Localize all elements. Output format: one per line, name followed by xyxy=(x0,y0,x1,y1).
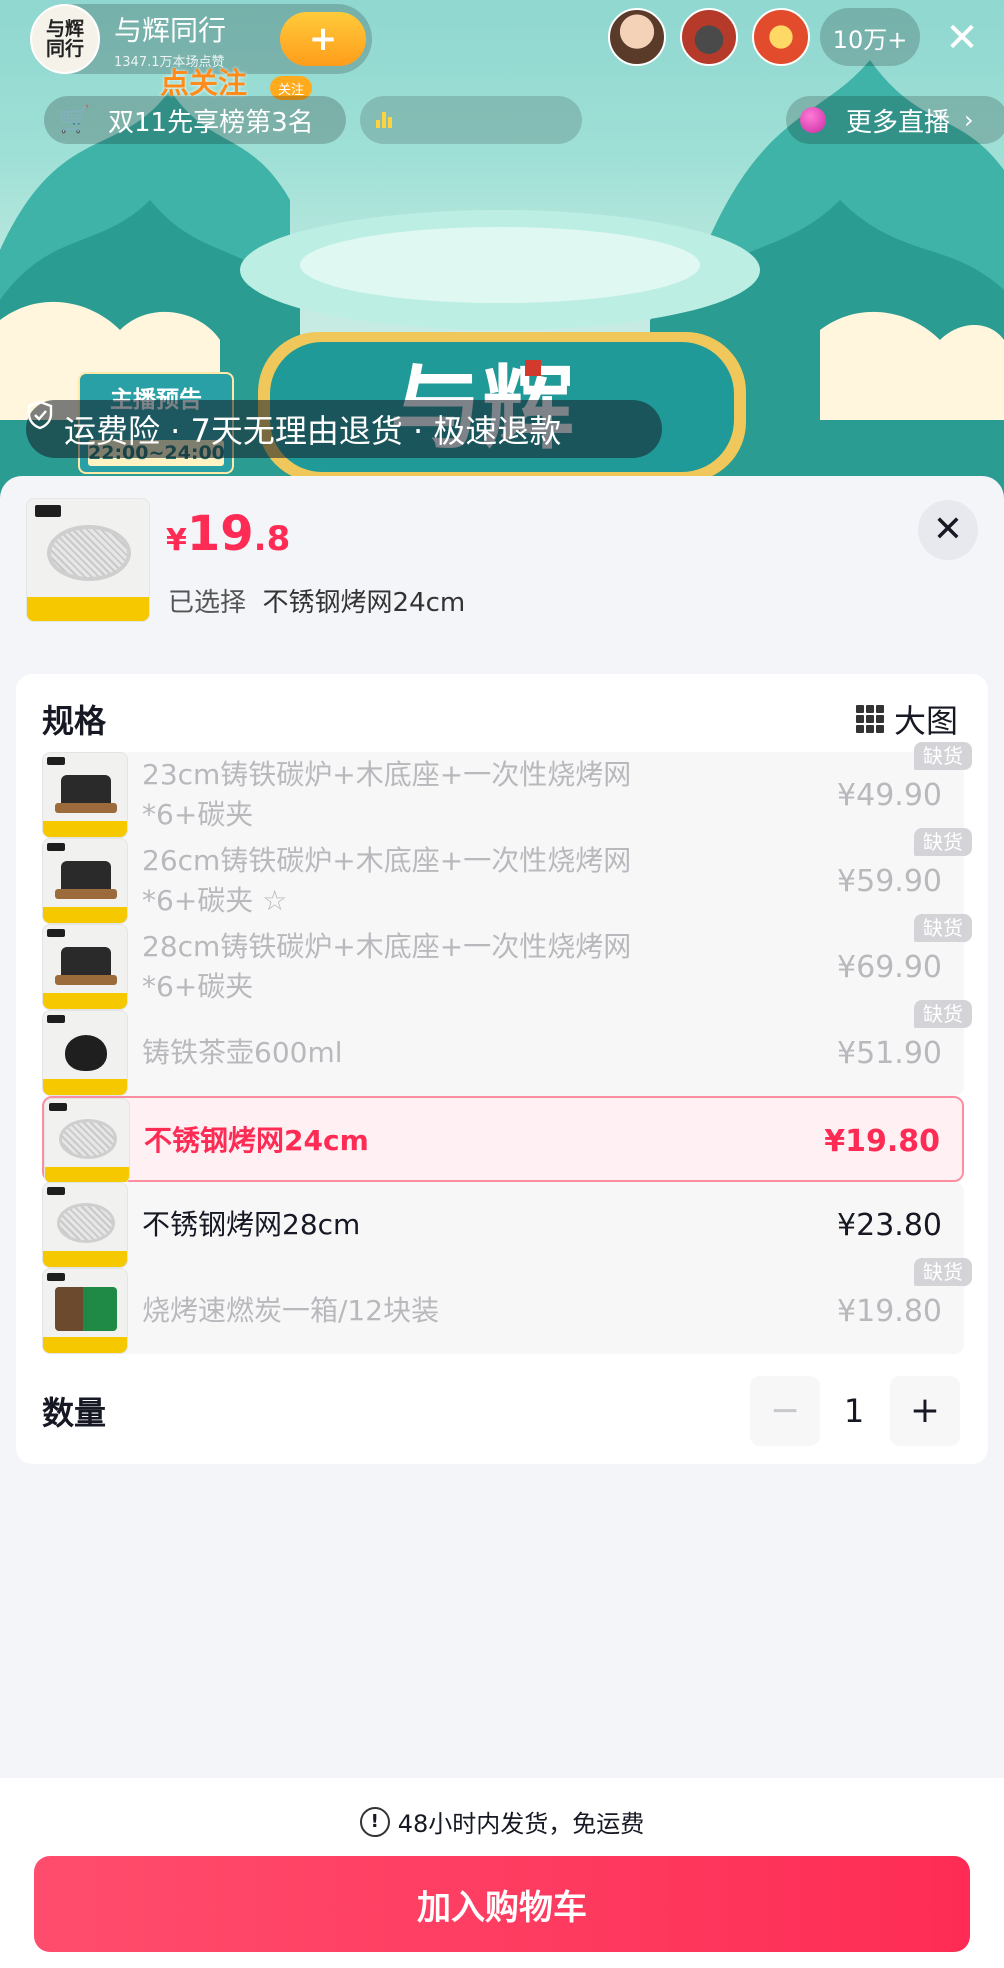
close-live-icon[interactable]: ✕ xyxy=(938,14,986,62)
option-thumbnail xyxy=(42,838,128,924)
spec-title: 规格 xyxy=(42,702,107,740)
sku-sheet: ¥19.8 已选择 不锈钢烤网24cm ✕ 规格 大图 23cm铸铁碳炉+木底座… xyxy=(0,476,1004,1968)
option-price: ¥19.80 xyxy=(824,1123,940,1159)
spec-option-selected[interactable]: 不锈钢烤网24cm ¥19.80 xyxy=(42,1096,964,1184)
product-band xyxy=(27,597,149,621)
quantity-decrease-button[interactable]: − xyxy=(750,1376,820,1446)
spec-option[interactable]: 23cm铸铁碳炉+木底座+一次性烧烤网*6+碳夹 ¥49.90 缺货 xyxy=(42,742,972,838)
live-stream-background: 与辉 与辉同行 与辉同行 1347.1万本场点赞 + 点关注 关注 10万+ ✕… xyxy=(0,0,1004,520)
follow-button[interactable]: + xyxy=(280,12,366,66)
option-name: 烧烤速燃炭一箱/12块装 xyxy=(142,1294,440,1327)
option-name: 不锈钢烤网24cm xyxy=(144,1124,369,1157)
viewer-avatar-2[interactable] xyxy=(680,8,738,66)
streamer-avatar-text: 与辉同行 xyxy=(45,18,84,60)
option-thumbnail xyxy=(42,752,128,838)
quantity-label: 数量 xyxy=(42,1394,107,1432)
spec-option[interactable]: 28cm铸铁碳炉+木底座+一次性烧烤网*6+碳夹 ¥69.90 缺货 xyxy=(42,914,972,1010)
service-guarantee-bar[interactable]: 运费险 · 7天无理由退货 · 极速退款 xyxy=(26,400,662,458)
price-integer: 19 xyxy=(186,506,254,562)
big-image-toggle[interactable]: 大图 xyxy=(855,696,958,742)
out-of-stock-badge: 缺货 xyxy=(914,1000,972,1028)
service-text: 运费险 · 7天无理由退货 · 极速退款 xyxy=(64,412,562,450)
rank-text: 双11先享榜第3名 xyxy=(108,107,314,138)
selected-value: 不锈钢烤网24cm xyxy=(262,588,466,618)
info-icon: ! xyxy=(359,1806,390,1837)
plus-heart-icon: + xyxy=(308,19,338,59)
option-thumbnail xyxy=(42,1010,128,1096)
more-live-label: 更多直播 xyxy=(846,107,951,138)
quantity-increase-button[interactable]: + xyxy=(890,1376,960,1446)
spec-option[interactable]: 铸铁茶壶600ml ¥51.90 缺货 xyxy=(42,1000,972,1096)
sheet-footer: ! 48小时内发货，免运费 加入购物车 xyxy=(0,1778,1004,1968)
spec-option[interactable]: 不锈钢烤网28cm ¥23.80 xyxy=(42,1182,964,1268)
option-thumbnail xyxy=(42,1268,128,1354)
grid-icon xyxy=(855,705,884,733)
option-name: 不锈钢烤网28cm xyxy=(142,1208,361,1241)
streamer-avatar[interactable]: 与辉同行 xyxy=(30,4,100,74)
out-of-stock-badge: 缺货 xyxy=(914,828,972,856)
streamer-name: 与辉同行 xyxy=(114,13,227,47)
chevron-right-icon: › xyxy=(964,106,974,134)
gem-icon xyxy=(800,107,826,133)
bar-chart-icon xyxy=(376,112,392,128)
viewer-avatar-1[interactable] xyxy=(608,8,666,66)
cart-icon: 🛒 xyxy=(58,105,91,135)
option-name: 23cm铸铁碳炉+木底座+一次性烧烤网*6+碳夹 xyxy=(142,758,632,831)
option-name: 铸铁茶壶600ml xyxy=(142,1036,343,1069)
option-price: ¥23.80 xyxy=(837,1207,942,1243)
product-thumbnail[interactable] xyxy=(26,498,150,622)
grill-net-image xyxy=(47,525,131,581)
spec-option[interactable]: 26cm铸铁碳炉+木底座+一次性烧烤网*6+碳夹 ☆ ¥59.90 缺货 xyxy=(42,828,972,924)
add-to-cart-button[interactable]: 加入购物车 xyxy=(34,1856,970,1952)
stats-pill[interactable] xyxy=(360,96,582,144)
option-thumbnail xyxy=(44,1098,130,1184)
out-of-stock-badge: 缺货 xyxy=(914,742,972,770)
shipping-note-text: 48小时内发货，免运费 xyxy=(397,1810,645,1838)
selected-summary: 已选择 不锈钢烤网24cm xyxy=(168,582,465,619)
viewer-avatar-3[interactable] xyxy=(752,8,810,66)
product-spec-page: 与辉 与辉同行 与辉同行 1347.1万本场点赞 + 点关注 关注 10万+ ✕… xyxy=(0,0,1004,1968)
selected-label: 已选择 xyxy=(168,588,247,618)
close-icon[interactable]: ✕ xyxy=(918,500,978,560)
out-of-stock-badge: 缺货 xyxy=(914,1258,972,1286)
spec-card: 规格 大图 23cm铸铁碳炉+木底座+一次性烧烤网*6+碳夹 ¥49.90 缺货… xyxy=(16,674,988,1464)
selected-price: ¥19.8 xyxy=(166,506,290,562)
viewer-count[interactable]: 10万+ xyxy=(820,8,920,66)
shield-check-icon xyxy=(27,400,53,430)
more-live-button[interactable]: 更多直播 › xyxy=(786,96,1004,144)
rank-pill[interactable]: 🛒 双11先享榜第3名 xyxy=(44,96,346,144)
price-currency: ¥ xyxy=(166,523,187,558)
big-image-label: 大图 xyxy=(893,702,958,740)
option-thumbnail xyxy=(42,1182,128,1268)
out-of-stock-badge: 缺货 xyxy=(914,914,972,942)
brand-logo xyxy=(35,505,61,517)
quantity-value[interactable]: 1 xyxy=(824,1376,884,1446)
spec-option[interactable]: 烧烤速燃炭一箱/12块装 ¥19.80 缺货 xyxy=(42,1258,972,1354)
shipping-note: ! 48小时内发货，免运费 xyxy=(0,1804,1004,1839)
option-name: 26cm铸铁碳炉+木底座+一次性烧烤网*6+碳夹 ☆ xyxy=(142,844,632,917)
price-decimal: .8 xyxy=(253,519,291,559)
option-thumbnail xyxy=(42,924,128,1010)
option-name: 28cm铸铁碳炉+木底座+一次性烧烤网*6+碳夹 xyxy=(142,930,632,1003)
